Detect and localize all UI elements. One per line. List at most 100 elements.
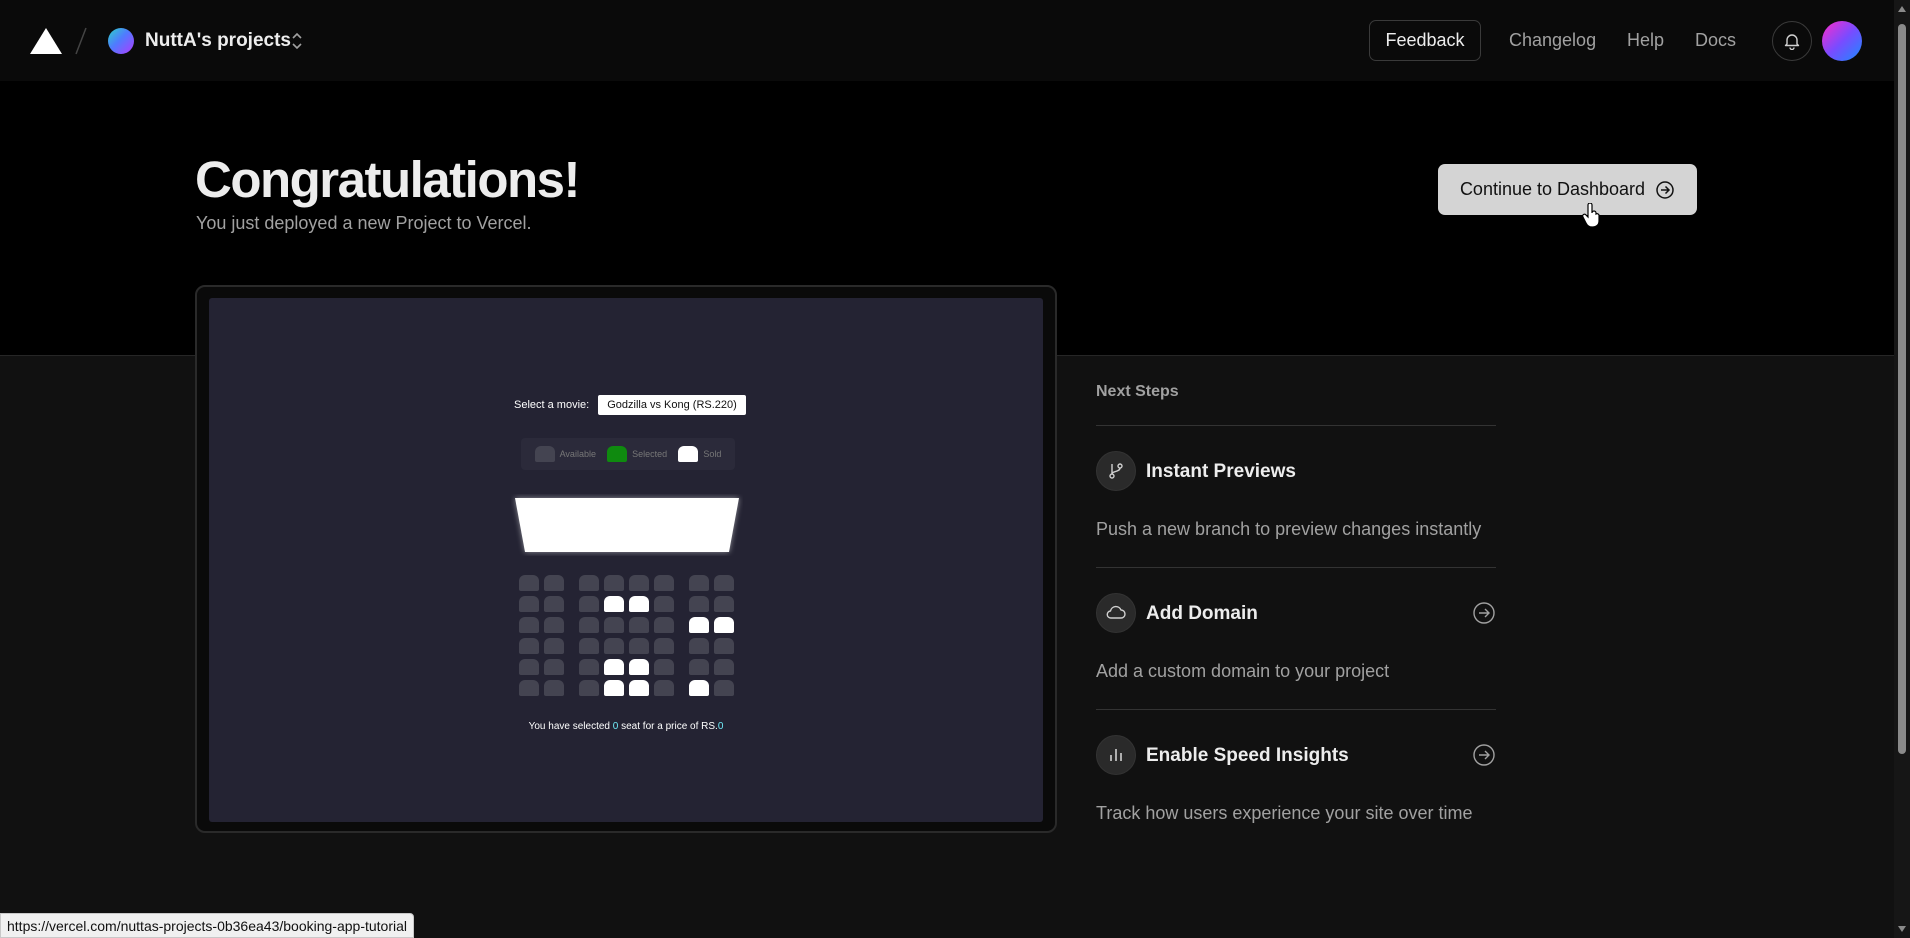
seat	[544, 617, 564, 633]
seat	[689, 575, 709, 591]
seat	[544, 659, 564, 675]
total-price: 0	[717, 721, 724, 732]
divider	[1096, 567, 1496, 568]
seat	[579, 680, 599, 696]
seat	[629, 680, 649, 696]
scroll-down-icon[interactable]	[1898, 926, 1906, 932]
chevron-up-down-icon[interactable]	[288, 29, 306, 53]
seat	[519, 680, 539, 696]
bar-chart-icon	[1096, 735, 1136, 775]
seat	[579, 575, 599, 591]
mouse-pointer-icon	[1582, 203, 1600, 228]
arrow-circle-right-icon	[1656, 180, 1674, 199]
seat	[604, 596, 624, 612]
seat	[629, 575, 649, 591]
cloud-icon	[1096, 593, 1136, 633]
divider	[1096, 425, 1496, 426]
seat	[544, 680, 564, 696]
breadcrumb-separator-icon	[75, 27, 87, 55]
seat	[689, 638, 709, 654]
sold-seat-icon	[678, 446, 699, 462]
user-avatar[interactable]	[1822, 21, 1862, 61]
seat	[519, 659, 539, 675]
seat	[714, 680, 734, 696]
movie-select-row: Select a movie: Godzilla vs Kong (RS.220…	[514, 395, 746, 415]
docs-link[interactable]: Docs	[1695, 30, 1736, 51]
seat	[604, 617, 624, 633]
seat	[579, 617, 599, 633]
seat	[689, 680, 709, 696]
seat	[544, 596, 564, 612]
project-avatar[interactable]	[108, 28, 134, 54]
git-branch-icon	[1096, 451, 1136, 491]
top-nav: NuttA's projects Feedback Changelog Help…	[0, 0, 1894, 81]
available-seat-icon	[534, 446, 555, 462]
instant-previews-title[interactable]: Instant Previews	[1146, 461, 1296, 483]
continue-to-dashboard-button[interactable]: Continue to Dashboard	[1438, 164, 1697, 215]
seat	[654, 638, 674, 654]
divider	[1096, 709, 1496, 710]
page-subtitle: You just deployed a new Project to Verce…	[196, 213, 532, 233]
seat	[629, 596, 649, 612]
add-domain-title[interactable]: Add Domain	[1146, 603, 1258, 625]
seat	[654, 575, 674, 591]
status-bar-url: https://vercel.com/nuttas-projects-0b36e…	[0, 913, 414, 938]
selection-summary: You have selected 0 seat for a price of …	[528, 721, 724, 732]
seat	[714, 638, 734, 654]
next-steps-heading: Next Steps	[1096, 383, 1179, 400]
seat	[544, 638, 564, 654]
bell-icon	[1784, 34, 1800, 50]
seat	[714, 659, 734, 675]
arrow-circle-right-icon[interactable]	[1472, 743, 1496, 767]
seat	[629, 659, 649, 675]
seat	[519, 575, 539, 591]
selected-seat-icon	[607, 446, 628, 462]
project-name[interactable]: NuttA's projects	[145, 30, 291, 52]
feedback-button[interactable]: Feedback	[1369, 20, 1481, 61]
seat	[604, 659, 624, 675]
cinema-screen	[515, 498, 739, 552]
changelog-link[interactable]: Changelog	[1509, 30, 1596, 51]
seat	[579, 596, 599, 612]
legend-available: Available	[534, 446, 596, 462]
seat	[544, 575, 564, 591]
legend-selected: Selected	[607, 446, 667, 462]
speed-insights-desc: Track how users experience your site ove…	[1096, 803, 1473, 823]
seat	[519, 617, 539, 633]
scroll-up-icon[interactable]	[1898, 6, 1906, 12]
seat	[714, 617, 734, 633]
seat	[689, 617, 709, 633]
movie-select: Godzilla vs Kong (RS.220)	[598, 395, 746, 415]
seat	[654, 617, 674, 633]
vercel-logo-icon[interactable]	[30, 28, 62, 54]
vertical-scrollbar[interactable]	[1894, 0, 1910, 938]
seat	[519, 596, 539, 612]
seat	[654, 680, 674, 696]
notifications-button[interactable]	[1772, 21, 1812, 61]
legend-sold: Sold	[678, 446, 721, 462]
seat	[629, 638, 649, 654]
help-link[interactable]: Help	[1627, 30, 1664, 51]
deployment-preview-card[interactable]: Select a movie: Godzilla vs Kong (RS.220…	[195, 285, 1057, 833]
movie-label: Select a movie:	[514, 399, 590, 411]
arrow-circle-right-icon[interactable]	[1472, 601, 1496, 625]
seat	[604, 638, 624, 654]
speed-insights-title[interactable]: Enable Speed Insights	[1146, 745, 1349, 767]
seat-legend: Available Selected Sold	[521, 438, 735, 470]
seat	[604, 680, 624, 696]
deployment-preview-screenshot: Select a movie: Godzilla vs Kong (RS.220…	[209, 298, 1043, 822]
seat	[714, 596, 734, 612]
scrollbar-thumb[interactable]	[1898, 24, 1906, 754]
seat	[604, 575, 624, 591]
instant-previews-desc: Push a new branch to preview changes ins…	[1096, 519, 1482, 539]
seat	[689, 659, 709, 675]
seat-count: 0	[612, 721, 619, 732]
seat	[579, 638, 599, 654]
add-domain-desc: Add a custom domain to your project	[1096, 661, 1390, 681]
seat	[654, 596, 674, 612]
seat	[519, 638, 539, 654]
seat	[579, 659, 599, 675]
seat	[714, 575, 734, 591]
seat	[629, 617, 649, 633]
seat	[654, 659, 674, 675]
